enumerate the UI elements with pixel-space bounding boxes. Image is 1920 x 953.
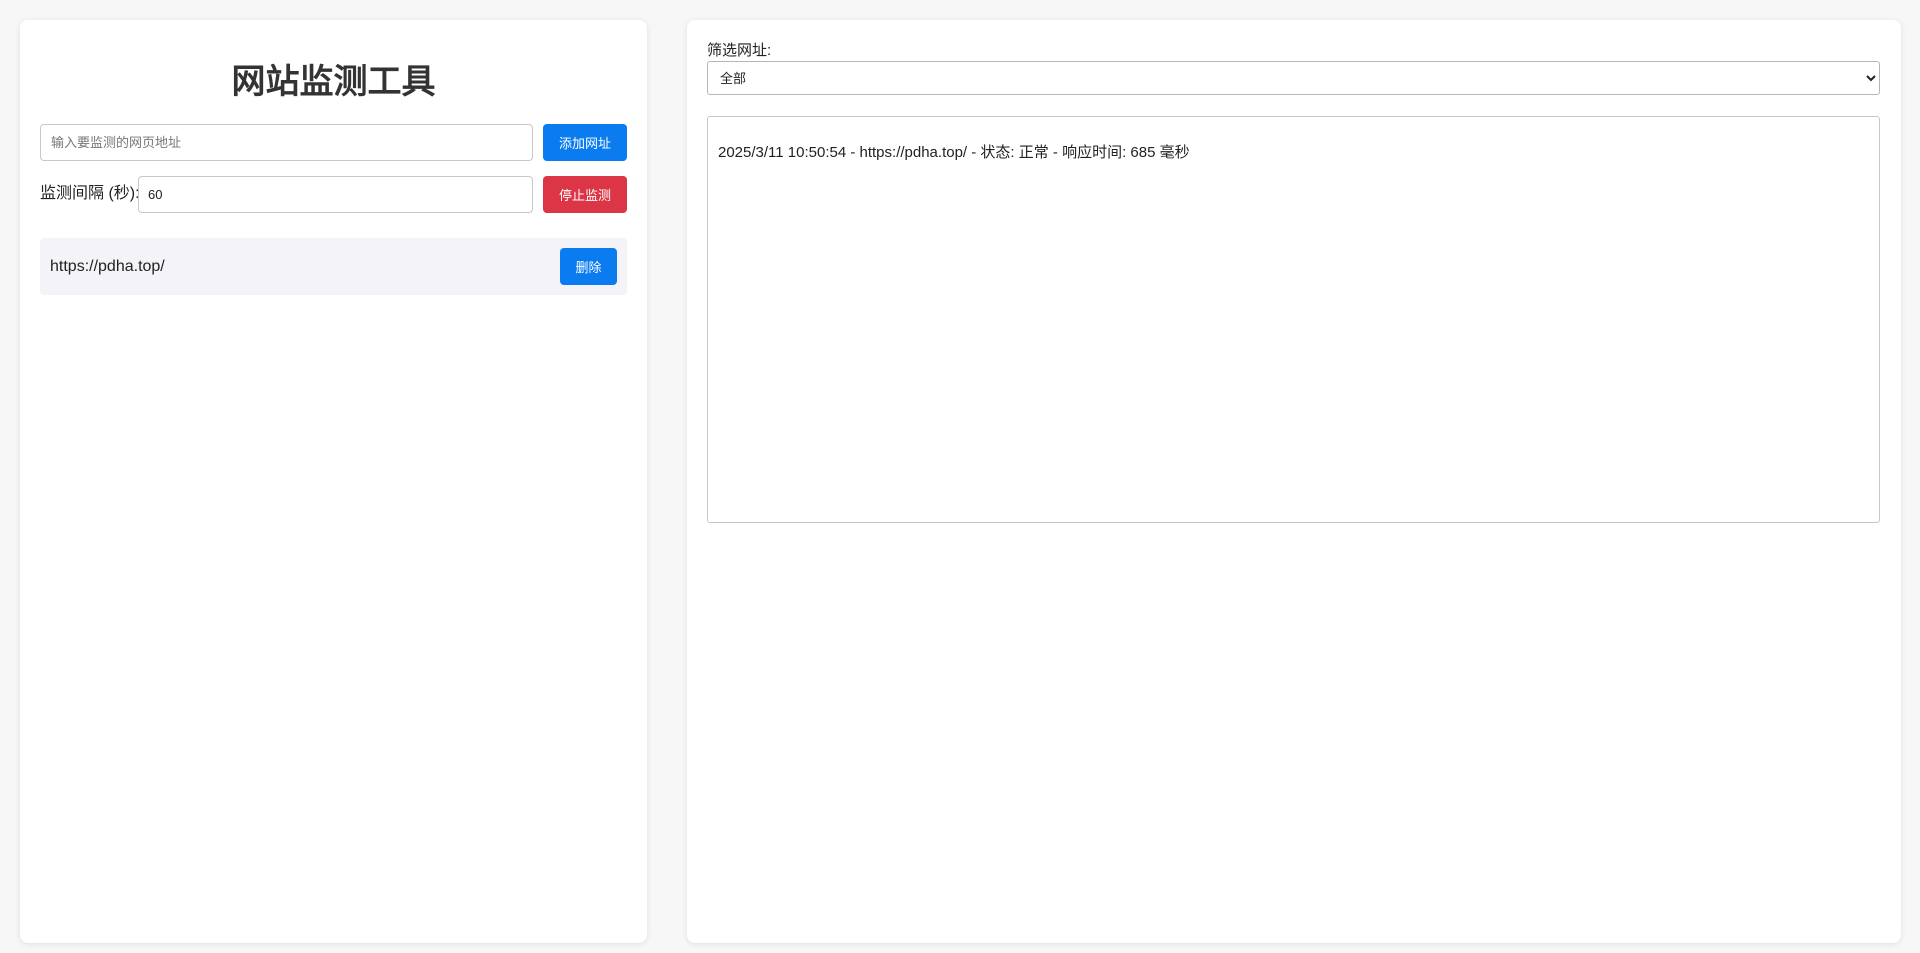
log-output: 2025/3/11 10:50:54 - https://pdha.top/ -… — [707, 116, 1880, 523]
log-entry: 2025/3/11 10:50:54 - https://pdha.top/ -… — [718, 144, 1190, 161]
interval-input[interactable] — [138, 176, 533, 213]
monitored-url-text: https://pdha.top/ — [50, 258, 165, 275]
filter-label: 筛选网址: — [707, 42, 772, 59]
stop-monitoring-button[interactable]: 停止监测 — [543, 176, 627, 213]
delete-url-button[interactable]: 删除 — [560, 248, 617, 285]
monitored-url-list: https://pdha.top/ 删除 — [40, 238, 627, 295]
list-item: https://pdha.top/ 删除 — [40, 238, 627, 295]
url-input[interactable] — [40, 124, 533, 161]
interval-label: 监测间隔 (秒): — [40, 185, 140, 202]
url-filter-select[interactable]: 全部 — [707, 61, 1880, 95]
monitor-control-panel: 网站监测工具 添加网址 监测间隔 (秒): 停止监测 https://pdha.… — [20, 20, 647, 943]
page-title: 网站监测工具 — [231, 63, 436, 101]
monitor-log-panel: 筛选网址: 全部 2025/3/11 10:50:54 - https://pd… — [687, 20, 1901, 943]
add-url-button[interactable]: 添加网址 — [543, 124, 627, 161]
